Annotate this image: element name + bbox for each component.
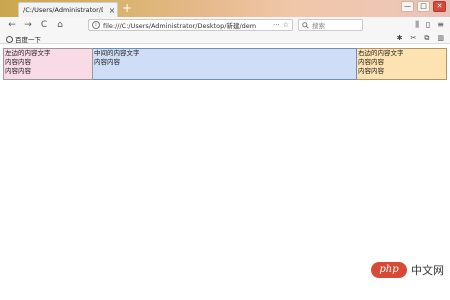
page-content: 左边的内容文字 内容内容 内容内容 中间的内容文字 内容内容 右边的内容文字 内… bbox=[0, 44, 450, 300]
maximize-button[interactable]: □ bbox=[417, 1, 430, 12]
scissors-icon[interactable]: ✂ bbox=[411, 33, 417, 43]
left-column-line: 内容内容 bbox=[5, 67, 31, 75]
watermark-text: 中文网 bbox=[411, 264, 444, 277]
page-actions-icon[interactable]: ··· bbox=[273, 21, 280, 29]
back-arrow-icon[interactable]: ← bbox=[6, 20, 18, 30]
right-column-line: 内容内容 bbox=[358, 67, 384, 75]
bookmark-tools: ✱ ✂ ⧉ ▥ bbox=[397, 33, 444, 43]
search-placeholder: 搜索 bbox=[312, 22, 325, 30]
three-column-layout: 左边的内容文字 内容内容 内容内容 中间的内容文字 内容内容 右边的内容文字 内… bbox=[3, 48, 447, 80]
close-window-button[interactable]: ✕ bbox=[433, 1, 446, 12]
middle-column-title: 中间的内容文字 bbox=[94, 49, 140, 57]
reload-icon[interactable]: C bbox=[38, 20, 50, 30]
search-icon bbox=[302, 21, 309, 29]
sidebar-icon[interactable]: ▯ bbox=[426, 19, 430, 31]
left-column-line: 内容内容 bbox=[5, 58, 31, 66]
window-titlebar: /C:/Users/Administrator/Deskto × + — □ ✕ bbox=[0, 0, 450, 17]
bookmark-baidu[interactable]: 百度一下 bbox=[6, 34, 41, 44]
library-icon[interactable]: ⫼ bbox=[415, 19, 419, 31]
tab-title: /C:/Users/Administrator/Deskto bbox=[23, 6, 103, 14]
window-controls: — □ ✕ bbox=[401, 1, 446, 12]
middle-column: 中间的内容文字 内容内容 bbox=[93, 48, 357, 80]
new-tab-button[interactable]: + bbox=[121, 2, 133, 15]
extension-icon[interactable]: ✱ bbox=[397, 33, 403, 43]
bookmark-label: 百度一下 bbox=[15, 36, 41, 44]
right-column: 右边的内容文字 内容内容 内容内容 bbox=[357, 48, 447, 80]
left-column: 左边的内容文字 内容内容 内容内容 bbox=[3, 48, 93, 80]
php-logo: php bbox=[371, 262, 407, 278]
address-bar[interactable]: i file:///C:/Users/Administrator/Desktop… bbox=[88, 19, 293, 31]
home-icon[interactable]: ⌂ bbox=[54, 20, 66, 30]
menu-icon[interactable]: ≡ bbox=[437, 19, 444, 31]
middle-column-line: 内容内容 bbox=[94, 58, 120, 66]
left-column-title: 左边的内容文字 bbox=[5, 49, 51, 57]
url-text[interactable]: file:///C:/Users/Administrator/Desktop/新… bbox=[103, 20, 270, 30]
navigation-bar: ← → C ⌂ i file:///C:/Users/Administrator… bbox=[0, 17, 450, 33]
browser-tab[interactable]: /C:/Users/Administrator/Deskto × bbox=[18, 2, 118, 17]
trash-icon[interactable]: ▥ bbox=[437, 33, 444, 43]
site-info-icon[interactable]: i bbox=[92, 21, 100, 29]
right-column-line: 内容内容 bbox=[358, 58, 384, 66]
globe-icon bbox=[6, 35, 13, 43]
forward-arrow-icon[interactable]: → bbox=[22, 20, 34, 30]
watermark: php 中文网 bbox=[371, 262, 444, 278]
bookmarks-bar: 百度一下 ✱ ✂ ⧉ ▥ bbox=[0, 33, 450, 44]
copy-icon[interactable]: ⧉ bbox=[424, 33, 429, 43]
search-box[interactable]: 搜索 bbox=[298, 19, 363, 31]
toolbar-right: ⫼ ▯ ≡ bbox=[415, 19, 444, 31]
bookmark-star-icon[interactable]: ☆ bbox=[283, 21, 289, 29]
right-column-title: 右边的内容文字 bbox=[358, 49, 404, 57]
minimize-button[interactable]: — bbox=[401, 1, 414, 12]
close-tab-icon[interactable]: × bbox=[107, 6, 117, 15]
